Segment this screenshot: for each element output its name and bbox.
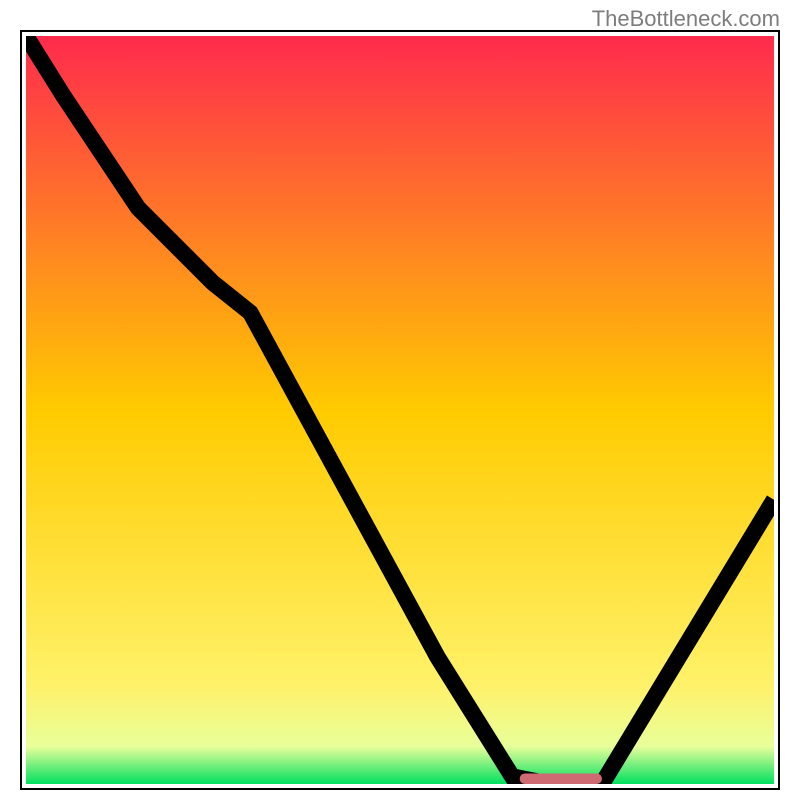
watermark-text: TheBottleneck.com xyxy=(592,6,780,32)
chart-frame xyxy=(20,30,780,790)
chart-plot-area xyxy=(26,36,774,784)
chart-svg xyxy=(26,36,774,784)
sweet-spot-bar xyxy=(520,774,602,784)
